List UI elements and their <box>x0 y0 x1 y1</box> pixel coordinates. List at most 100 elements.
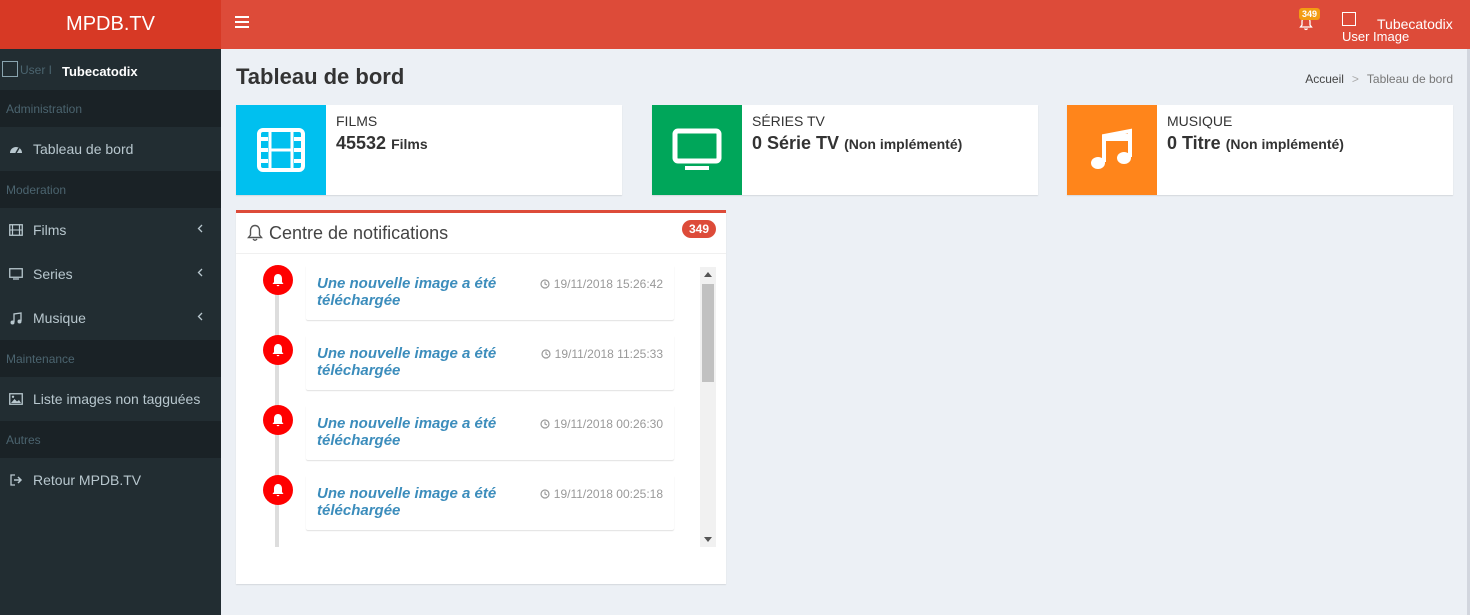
bell-icon <box>263 405 293 435</box>
notification-message[interactable]: Une nouvelle image a été téléchargée <box>317 275 527 309</box>
film-icon <box>8 222 24 238</box>
notification-timestamp: 19/11/2018 00:25:18 <box>553 487 663 501</box>
broken-image-icon <box>1342 12 1356 26</box>
brand-logo[interactable]: MPDB.TV <box>0 0 221 49</box>
info-box-music: MUSIQUE 0 Titre (Non implémenté) <box>1067 105 1453 195</box>
scroll-up-arrow-icon[interactable] <box>704 272 712 277</box>
sidebar-item-label: Liste images non tagguées <box>33 391 201 407</box>
sidebar-item-label: Films <box>33 222 67 238</box>
info-box-number: 0 Série TV (Non implémenté) <box>752 133 962 154</box>
bell-icon <box>247 224 263 241</box>
sidebar-item-series[interactable]: Series <box>0 252 221 296</box>
sidebar-item-label: Musique <box>33 310 86 326</box>
info-box-value: 0 Série TV <box>752 133 840 153</box>
sidebar-item-label: Tableau de bord <box>33 141 134 157</box>
page-title: Tableau de bord <box>236 64 405 89</box>
info-box-unit: (Non implémenté) <box>844 136 963 152</box>
sidebar-item-dashboard[interactable]: Tableau de bord <box>0 127 221 171</box>
scroll-down-arrow-icon[interactable] <box>704 537 712 542</box>
clock-icon <box>540 489 550 499</box>
tv-icon <box>672 128 722 170</box>
user-avatar[interactable]: User Image <box>1342 12 1409 52</box>
info-box-unit: (Non implémenté) <box>1225 136 1344 152</box>
clock-icon <box>540 419 550 429</box>
sidebar: User I Tubecatodix Administration Tablea… <box>0 49 221 615</box>
notification-time: 19/11/2018 11:25:33 <box>541 347 663 361</box>
list-item: Une nouvelle image a été téléchargée 19/… <box>256 475 696 533</box>
breadcrumb-separator: > <box>1351 72 1359 86</box>
sidebar-item-label: Retour MPDB.TV <box>33 472 142 488</box>
breadcrumb-current: Tableau de bord <box>1366 72 1453 86</box>
info-box-series: SÉRIES TV 0 Série TV (Non implémenté) <box>652 105 1038 195</box>
info-box-number: 0 Titre (Non implémenté) <box>1167 133 1344 154</box>
info-box-icon-area <box>1067 105 1157 195</box>
notification-time: 19/11/2018 15:26:42 <box>540 277 663 291</box>
sidebar-item-back-to-site[interactable]: Retour MPDB.TV <box>0 458 221 502</box>
notification-timestamp: 19/11/2018 11:25:33 <box>554 347 663 361</box>
notification-center-title: Centre de notifications <box>269 223 449 243</box>
list-item: Une nouvelle image a été téléchargée 19/… <box>256 335 696 393</box>
film-icon <box>257 128 305 172</box>
sidebar-user-name: Tubecatodix <box>62 64 138 79</box>
info-box-films: FILMS 45532 Films <box>236 105 622 195</box>
sidebar-header-moderation: Moderation <box>0 171 221 208</box>
sidebar-item-label: Series <box>33 266 73 282</box>
bell-icon <box>263 265 293 295</box>
chevron-left-icon <box>197 312 203 321</box>
notification-time: 19/11/2018 00:25:18 <box>540 487 663 501</box>
info-box-value: 45532 <box>336 133 387 153</box>
info-box-number: 45532 Films <box>336 133 428 154</box>
sidebar-user-panel: User I Tubecatodix <box>0 49 221 90</box>
top-navbar: 349 User Image Tubecatodix <box>221 0 1470 49</box>
dashboard-icon <box>8 141 24 157</box>
breadcrumb: Accueil > Tableau de bord <box>1305 72 1453 86</box>
image-icon <box>8 391 24 407</box>
notification-card[interactable]: Une nouvelle image a été téléchargée 19/… <box>306 265 674 320</box>
notification-message[interactable]: Une nouvelle image a été téléchargée <box>317 485 527 519</box>
notification-timestamp: 19/11/2018 00:26:30 <box>553 417 663 431</box>
chevron-left-icon <box>197 224 203 233</box>
sidebar-header-administration: Administration <box>0 90 221 127</box>
notification-message[interactable]: Une nouvelle image a été téléchargée <box>317 415 527 449</box>
notification-count-badge: 349 <box>681 220 716 238</box>
notification-badge: 349 <box>1299 8 1321 20</box>
breadcrumb-home[interactable]: Accueil <box>1305 72 1344 86</box>
sidebar-item-music[interactable]: Musique <box>0 296 221 340</box>
notification-message[interactable]: Une nouvelle image a été téléchargée <box>317 345 527 379</box>
sidebar-item-films[interactable]: Films <box>0 208 221 252</box>
music-icon <box>1091 128 1132 169</box>
chevron-left-icon <box>197 268 203 277</box>
sign-out-icon <box>8 472 24 488</box>
bell-icon <box>263 335 293 365</box>
sidebar-header-autres: Autres <box>0 421 221 458</box>
sidebar-user-image-alt: User I <box>20 63 53 77</box>
broken-image-icon <box>2 61 18 77</box>
info-box-label: FILMS <box>336 113 378 129</box>
info-box-icon-area <box>236 105 326 195</box>
info-box-label: MUSIQUE <box>1167 113 1233 129</box>
notification-card[interactable]: Une nouvelle image a été téléchargée 19/… <box>306 475 674 530</box>
info-box-unit: Films <box>391 136 428 152</box>
sidebar-header-maintenance: Maintenance <box>0 340 221 377</box>
notification-scrollbar[interactable] <box>700 267 716 547</box>
user-name[interactable]: Tubecatodix <box>1377 16 1453 32</box>
notification-center-header: Centre de notifications 349 <box>236 213 726 254</box>
list-item: Une nouvelle image a été téléchargée 19/… <box>256 265 696 323</box>
user-image-alt: User Image <box>1342 29 1410 44</box>
sidebar-toggle-icon[interactable] <box>235 16 249 30</box>
sidebar-item-untagged-images[interactable]: Liste images non tagguées <box>0 377 221 421</box>
music-icon <box>8 310 24 326</box>
notification-center: Centre de notifications 349 Une nouvelle… <box>236 210 726 584</box>
notification-card[interactable]: Une nouvelle image a été téléchargée 19/… <box>306 405 674 460</box>
clock-icon <box>541 349 551 359</box>
info-box-value: 0 Titre <box>1167 133 1221 153</box>
info-box-icon-area <box>652 105 742 195</box>
scrollbar-thumb[interactable] <box>702 284 714 382</box>
notifications-menu[interactable]: 349 <box>1297 8 1321 38</box>
info-box-label: SÉRIES TV <box>752 113 825 129</box>
tv-icon <box>8 266 24 282</box>
notification-timeline[interactable]: Une nouvelle image a été téléchargée 19/… <box>256 265 716 547</box>
notification-time: 19/11/2018 00:26:30 <box>540 417 663 431</box>
notification-card[interactable]: Une nouvelle image a été téléchargée 19/… <box>306 335 674 390</box>
notification-timestamp: 19/11/2018 15:26:42 <box>553 277 663 291</box>
